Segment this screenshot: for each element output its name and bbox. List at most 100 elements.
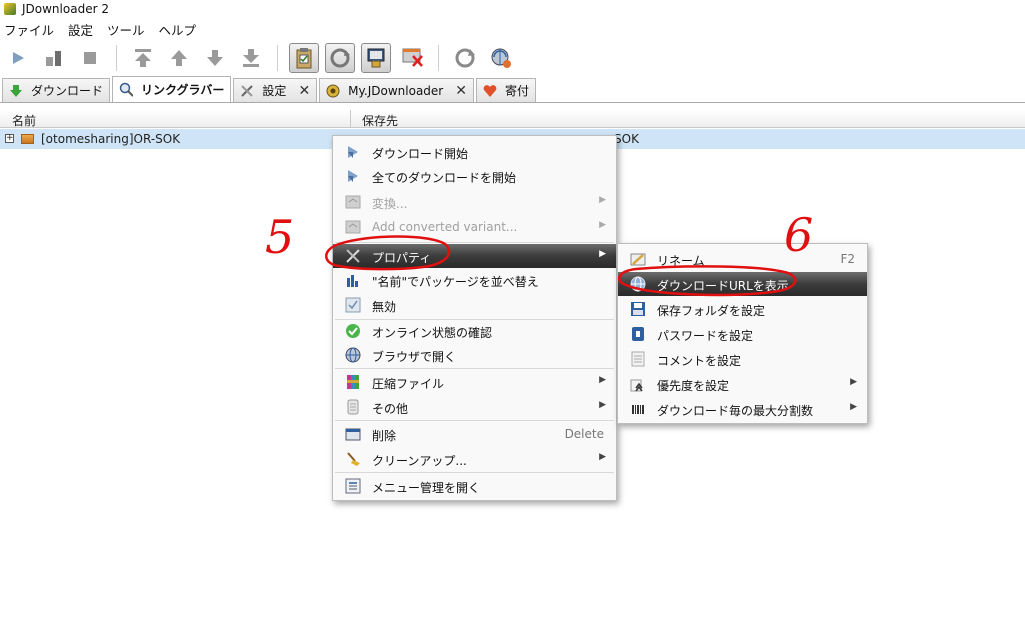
pause-download-icon[interactable] [40,44,68,72]
menu-tools[interactable]: ツール [103,20,151,39]
move-down-icon[interactable] [201,44,229,72]
submenu-arrow-icon: ▶ [599,220,606,230]
tab-downloads[interactable]: ダウンロード [2,78,111,102]
submenu-arrow-icon: ▶ [599,452,606,462]
menu-item-cleanup[interactable]: クリーンアップ... ▶ [333,447,616,471]
column-header-name[interactable]: 名前 [12,112,36,129]
clipboard-observer-icon[interactable] [289,43,319,73]
tab-label: My.JDownloader [348,83,444,98]
myjd-icon [326,84,340,98]
tab-bar: ダウンロード リンクグラバー 設定 ✕ My.JDownloader ✕ 寄付 [0,76,1025,103]
package-icon [21,134,34,144]
menu-item-set-priority[interactable]: 優先度を設定 ▶ [618,372,867,396]
reconnect-icon[interactable] [451,44,479,72]
package-save-path: SOK [614,132,639,146]
menu-manager-icon [345,478,361,494]
menu-item-label: 全てのダウンロードを開始 [372,171,517,185]
disable-icon [345,297,361,313]
jdownloader-logo-icon [4,3,16,15]
auto-reconnect-icon[interactable] [325,43,355,73]
save-folder-icon [630,301,646,317]
update-check-icon[interactable] [487,44,515,72]
download-arrow-icon [9,84,23,98]
start-all-icon [345,168,361,184]
annotation-circle-properties [325,235,451,271]
menu-item-delete[interactable]: 削除 Delete [333,422,616,446]
menu-separator [335,472,614,473]
convert-icon [345,194,361,210]
menu-item-label: 圧縮ファイル [372,377,445,391]
column-header-save-to[interactable]: 保存先 [362,112,398,129]
tab-label: 設定 [262,84,287,98]
menu-item-archive[interactable]: 圧縮ファイル ▶ [333,370,616,394]
submenu-arrow-icon: ▶ [850,377,857,387]
tab-myjdownloader[interactable]: My.JDownloader ✕ [319,78,474,102]
menu-item-disable[interactable]: 無効 [333,293,616,317]
move-up-icon[interactable] [165,44,193,72]
table-header: 名前 保存先 [0,110,1025,128]
tab-settings[interactable]: 設定 ✕ [233,78,318,102]
tab-label: 寄付 [504,84,529,98]
submenu-arrow-icon: ▶ [599,375,606,385]
tools-icon [240,84,254,98]
menu-item-label: オンライン状態の確認 [372,326,493,340]
menu-item-set-save-folder[interactable]: 保存フォルダを設定 [618,297,867,321]
menu-item-label: その他 [372,402,409,416]
menu-item-menu-manager[interactable]: メニュー管理を開く [333,474,616,498]
menu-item-open-browser[interactable]: ブラウザで開く [333,343,616,367]
menu-item-other[interactable]: その他 ▶ [333,395,616,419]
comment-icon [630,351,646,367]
tab-linkgrabber[interactable]: リンクグラバー [112,76,232,102]
move-top-icon[interactable] [129,44,157,72]
menu-item-label: 優先度を設定 [657,379,730,393]
delete-icon [345,426,361,442]
menu-item-label: ブラウザで開く [372,350,457,364]
priority-icon [630,376,646,392]
tab-label: ダウンロード [31,84,104,98]
toolbar-divider [116,45,117,71]
menu-help[interactable]: ヘルプ [155,20,203,39]
left-edge-marker [0,433,2,441]
menu-file[interactable]: ファイル [0,20,60,39]
menu-item-label: メニュー管理を開く [372,481,481,495]
linkgrabber-icon [119,82,134,97]
expand-toggle[interactable]: + [5,134,14,143]
menu-item-set-comment[interactable]: コメントを設定 [618,347,867,371]
menu-item-label: パスワードを設定 [657,329,754,343]
toolbar-divider [438,45,439,71]
menu-item-label: 変換... [372,197,408,211]
column-divider [350,110,351,128]
menu-item-set-password[interactable]: パスワードを設定 [618,322,867,346]
window-title: JDownloader 2 [22,2,109,16]
other-icon [345,399,361,415]
play-icon[interactable] [4,44,32,72]
menu-item-check-online[interactable]: オンライン状態の確認 [333,319,616,343]
move-bottom-icon[interactable] [237,44,265,72]
tab-donate[interactable]: 寄付 [475,78,536,102]
context-menu: ダウンロード開始 全てのダウンロードを開始 変換... ▶ Add conver… [332,135,617,501]
menu-item-max-chunks[interactable]: ダウンロード毎の最大分割数 ▶ [618,397,867,421]
menu-item-label: 保存フォルダを設定 [657,304,766,318]
menu-separator [335,368,614,369]
cleanup-icon [345,451,361,467]
start-download-icon [345,144,361,160]
premium-toggle-icon[interactable] [361,43,391,73]
stop-icon[interactable] [76,44,104,72]
menu-item-start-all[interactable]: 全てのダウンロードを開始 [333,164,616,188]
menu-item-convert: 変換... ▶ [333,190,616,214]
menu-item-label: ダウンロード開始 [372,147,469,161]
annotation-number: 5 [265,210,294,264]
menu-item-label: 削除 [372,429,397,443]
package-name: [otomesharing]OR-SOK [41,132,181,146]
menu-item-label: コメントを設定 [657,354,742,368]
menu-item-start-download[interactable]: ダウンロード開始 [333,140,616,164]
silent-mode-icon[interactable] [398,44,426,72]
close-icon[interactable]: ✕ [298,83,310,99]
close-icon[interactable]: ✕ [455,83,467,99]
menu-separator [335,420,614,421]
submenu-arrow-icon: ▶ [599,195,606,205]
lock-icon [630,326,646,342]
menu-item-label: ダウンロード毎の最大分割数 [657,404,814,418]
chunks-icon [630,401,646,417]
menu-settings[interactable]: 設定 [64,20,99,39]
